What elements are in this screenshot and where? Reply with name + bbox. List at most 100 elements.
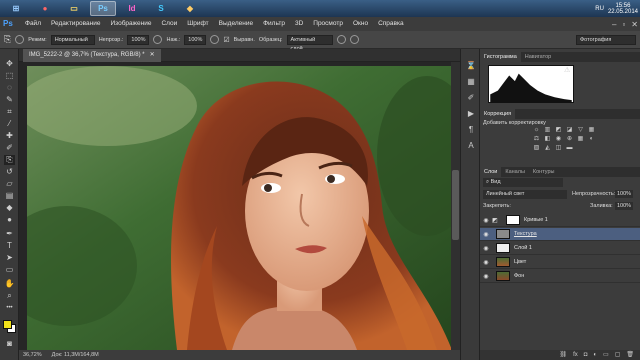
menu-help[interactable]: Справка bbox=[373, 17, 409, 31]
layer-thumbnail[interactable] bbox=[496, 271, 510, 281]
threshold-icon[interactable]: ◭ bbox=[543, 145, 552, 152]
menu-view[interactable]: Просмотр bbox=[308, 17, 348, 31]
layer-mask-thumbnail[interactable] bbox=[506, 215, 520, 225]
color-balance-icon[interactable]: ⚖ bbox=[532, 136, 541, 143]
chrome-button[interactable]: ● bbox=[32, 1, 58, 16]
clone-stamp-icon[interactable]: ⎘ bbox=[4, 34, 11, 45]
visibility-eye-icon[interactable]: ◉ bbox=[480, 231, 492, 238]
shape-tool-icon[interactable]: ▭ bbox=[4, 265, 15, 275]
layer-row[interactable]: ◉ ◩ Кривые 1 bbox=[480, 214, 640, 227]
canvas-area[interactable] bbox=[19, 62, 460, 350]
layer-name[interactable]: Слой 1 bbox=[514, 245, 532, 251]
layer-name[interactable]: Цвет bbox=[514, 259, 526, 265]
brush-preset-icon[interactable] bbox=[15, 35, 25, 44]
blur-tool-icon[interactable]: ◆ bbox=[4, 203, 15, 213]
curves-icon[interactable]: ◩ bbox=[554, 127, 563, 134]
photoshop-button[interactable]: Ps bbox=[90, 1, 116, 16]
menu-edit[interactable]: Редактирование bbox=[46, 17, 106, 31]
hue-saturation-icon[interactable]: ▦ bbox=[587, 127, 596, 134]
canvas-scrollbar[interactable] bbox=[451, 62, 460, 350]
pressure-opacity-icon[interactable] bbox=[153, 35, 163, 44]
layer-style-icon[interactable]: fx bbox=[573, 350, 578, 360]
menu-select[interactable]: Выделение bbox=[214, 17, 258, 31]
clone-stamp-tool-icon[interactable]: ⎘ bbox=[4, 155, 15, 165]
visibility-eye-icon[interactable]: ◉ bbox=[480, 273, 492, 280]
pressure-size-icon[interactable] bbox=[349, 35, 359, 44]
quick-mask-icon[interactable]: ◙ bbox=[4, 339, 15, 349]
brush-panel-icon[interactable]: ✐ bbox=[466, 93, 476, 103]
new-layer-icon[interactable]: ▢ bbox=[615, 350, 621, 360]
visibility-eye-icon[interactable]: ◉ bbox=[480, 259, 492, 266]
indesign-button[interactable]: Id bbox=[119, 1, 145, 16]
tab-layers[interactable]: Слои bbox=[480, 167, 502, 177]
minimize-icon[interactable]: – bbox=[612, 20, 616, 29]
photo-filter-icon[interactable]: ◉ bbox=[554, 136, 563, 143]
close-document-icon[interactable]: ✕ bbox=[150, 49, 155, 62]
visibility-eye-icon[interactable]: ◉ bbox=[480, 217, 492, 224]
pen-tool-icon[interactable]: ✒ bbox=[4, 229, 15, 239]
opacity-input[interactable]: 100% bbox=[127, 34, 150, 45]
zoom-level[interactable]: 36,72% bbox=[23, 350, 42, 360]
sample-select[interactable]: Активный слой bbox=[286, 34, 333, 52]
skype-button[interactable]: S bbox=[148, 1, 174, 16]
visibility-eye-icon[interactable]: ◉ bbox=[480, 245, 492, 252]
close-icon[interactable]: ✕ bbox=[631, 20, 638, 29]
history-panel-icon[interactable]: ⌛ bbox=[466, 61, 476, 71]
workspace-select[interactable]: Фотография bbox=[576, 34, 636, 45]
link-layers-icon[interactable]: ⛓ bbox=[559, 350, 567, 360]
align-checkbox-icon[interactable]: ☑ bbox=[223, 36, 229, 44]
lasso-tool-icon[interactable]: ◌ bbox=[4, 83, 15, 93]
layer-row[interactable]: ◉ Фон bbox=[480, 270, 640, 283]
black-white-icon[interactable]: ◧ bbox=[543, 136, 552, 143]
path-select-tool-icon[interactable]: ➤ bbox=[4, 253, 15, 263]
paragraph-panel-icon[interactable]: ¶ bbox=[466, 125, 476, 135]
menu-layers[interactable]: Слои bbox=[156, 17, 182, 31]
channel-mixer-icon[interactable]: ⊕ bbox=[565, 136, 574, 143]
exposure-icon[interactable]: ◪ bbox=[565, 127, 574, 134]
scrollbar-thumb[interactable] bbox=[452, 170, 459, 240]
brightness-icon[interactable]: ☼ bbox=[532, 127, 541, 134]
menu-filter[interactable]: Фильтр bbox=[258, 17, 290, 31]
clock[interactable]: 15:56 22.05.2014 bbox=[608, 3, 638, 15]
menu-file[interactable]: Файл bbox=[20, 17, 46, 31]
more-tools-icon[interactable]: ••• bbox=[4, 303, 15, 313]
new-group-icon[interactable]: ▭ bbox=[603, 350, 609, 360]
explorer-button[interactable]: ▭ bbox=[61, 1, 87, 16]
properties-panel-icon[interactable]: ▦ bbox=[466, 77, 476, 87]
portrait-photo[interactable] bbox=[27, 66, 455, 350]
hand-tool-icon[interactable]: ✋ bbox=[4, 279, 15, 289]
levels-icon[interactable]: ▥ bbox=[543, 127, 552, 134]
ignore-adjustments-icon[interactable] bbox=[336, 35, 346, 44]
gradient-tool-icon[interactable]: ▤ bbox=[4, 191, 15, 201]
layer-opacity-input[interactable]: 100% bbox=[615, 190, 634, 198]
vibrance-icon[interactable]: ▽ bbox=[576, 127, 585, 134]
layer-name[interactable]: Фон bbox=[514, 273, 524, 279]
selective-color-icon[interactable]: ◫ bbox=[554, 145, 563, 152]
menu-3d[interactable]: 3D bbox=[290, 17, 308, 31]
quick-select-tool-icon[interactable]: ✎ bbox=[4, 95, 15, 105]
airbrush-icon[interactable] bbox=[210, 35, 220, 44]
tab-channels[interactable]: Каналы bbox=[501, 167, 529, 177]
dodge-tool-icon[interactable]: ● bbox=[4, 215, 15, 225]
healing-tool-icon[interactable]: ✚ bbox=[4, 131, 15, 141]
start-button[interactable]: ⊞ bbox=[3, 1, 29, 16]
move-tool-icon[interactable]: ✥ bbox=[4, 59, 15, 69]
brush-tool-icon[interactable]: ✐ bbox=[4, 143, 15, 153]
layer-name[interactable]: Кривые 1 bbox=[524, 217, 548, 223]
crop-tool-icon[interactable]: ⌗ bbox=[4, 107, 15, 117]
menu-image[interactable]: Изображение bbox=[106, 17, 157, 31]
eyedropper-tool-icon[interactable]: ⁄ bbox=[4, 119, 15, 129]
language-indicator[interactable]: RU bbox=[595, 6, 604, 12]
layer-row[interactable]: ◉ Цвет bbox=[480, 256, 640, 269]
color-lookup-icon[interactable]: ▦ bbox=[576, 136, 585, 143]
document-tab[interactable]: IMG_5222-2 @ 36,7% (Текстура, RGB/8) * ✕ bbox=[23, 49, 161, 62]
new-adjustment-icon[interactable]: ◐ bbox=[593, 350, 597, 360]
menu-window[interactable]: Окно bbox=[348, 17, 373, 31]
add-mask-icon[interactable]: ◘ bbox=[584, 350, 588, 360]
mode-select[interactable]: Нормальный bbox=[50, 34, 95, 45]
blend-mode-select[interactable]: Линейный свет bbox=[483, 190, 567, 199]
layer-row[interactable]: ◉ Слой 1 bbox=[480, 242, 640, 255]
histogram-warning-icon[interactable]: ⚠ bbox=[564, 66, 570, 74]
invert-icon[interactable]: ◐ bbox=[587, 136, 596, 143]
tab-paths[interactable]: Контуры bbox=[529, 167, 559, 177]
